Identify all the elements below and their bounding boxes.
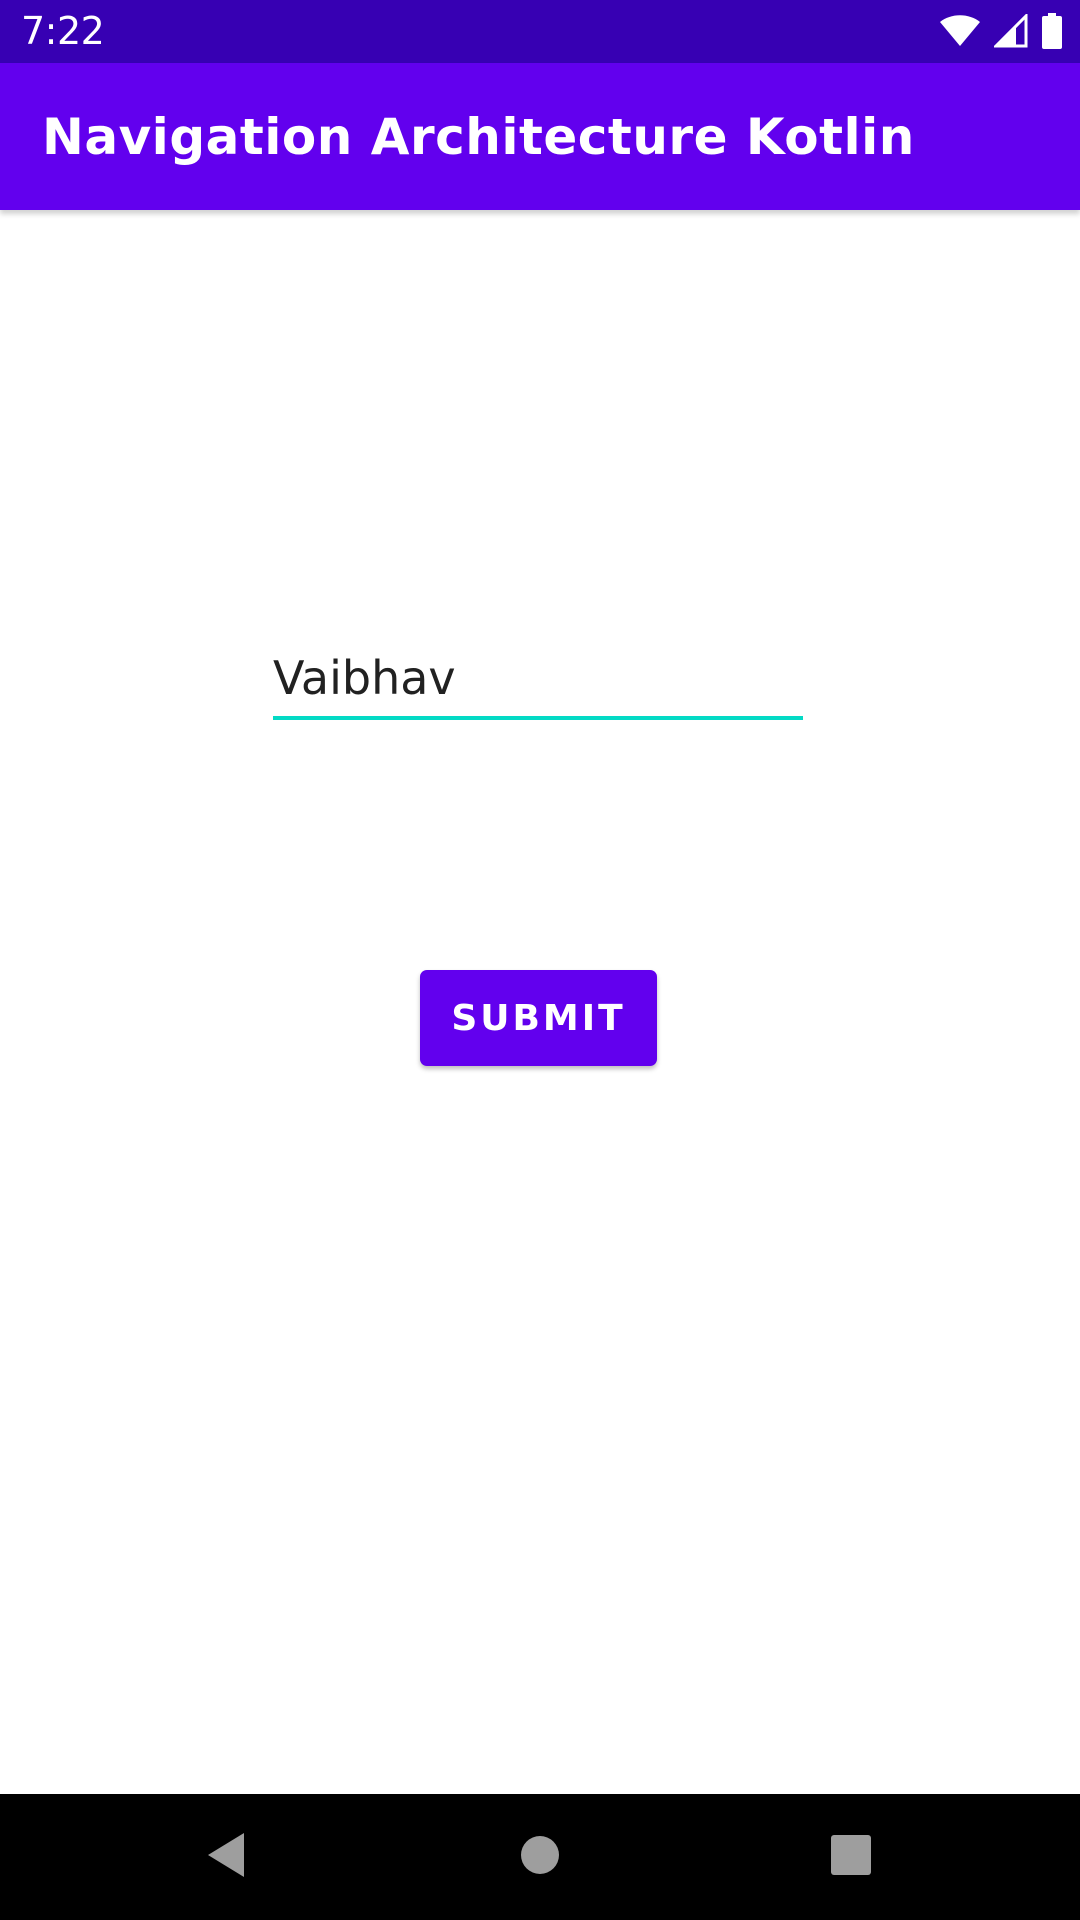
back-button[interactable] [146, 1794, 306, 1920]
back-icon [204, 1831, 248, 1884]
status-icons [940, 12, 1062, 50]
battery-icon [1042, 13, 1062, 49]
cellular-signal-icon [994, 14, 1028, 48]
status-bar: 7:22 [0, 0, 1080, 63]
home-button[interactable] [460, 1794, 620, 1920]
status-time: 7:22 [21, 9, 105, 53]
submit-button[interactable]: SUBMIT [420, 970, 657, 1066]
name-input[interactable] [273, 642, 803, 714]
home-icon [519, 1834, 561, 1881]
main-content: SUBMIT [0, 210, 1080, 1794]
system-nav-bar [0, 1794, 1080, 1920]
app-title: Navigation Architecture Kotlin [42, 108, 915, 166]
name-field[interactable] [273, 642, 803, 722]
recents-icon [831, 1834, 871, 1880]
app-bar: Navigation Architecture Kotlin [0, 63, 1080, 210]
wifi-icon [940, 15, 980, 47]
recents-button[interactable] [771, 1794, 931, 1920]
name-input-underline [273, 716, 803, 720]
